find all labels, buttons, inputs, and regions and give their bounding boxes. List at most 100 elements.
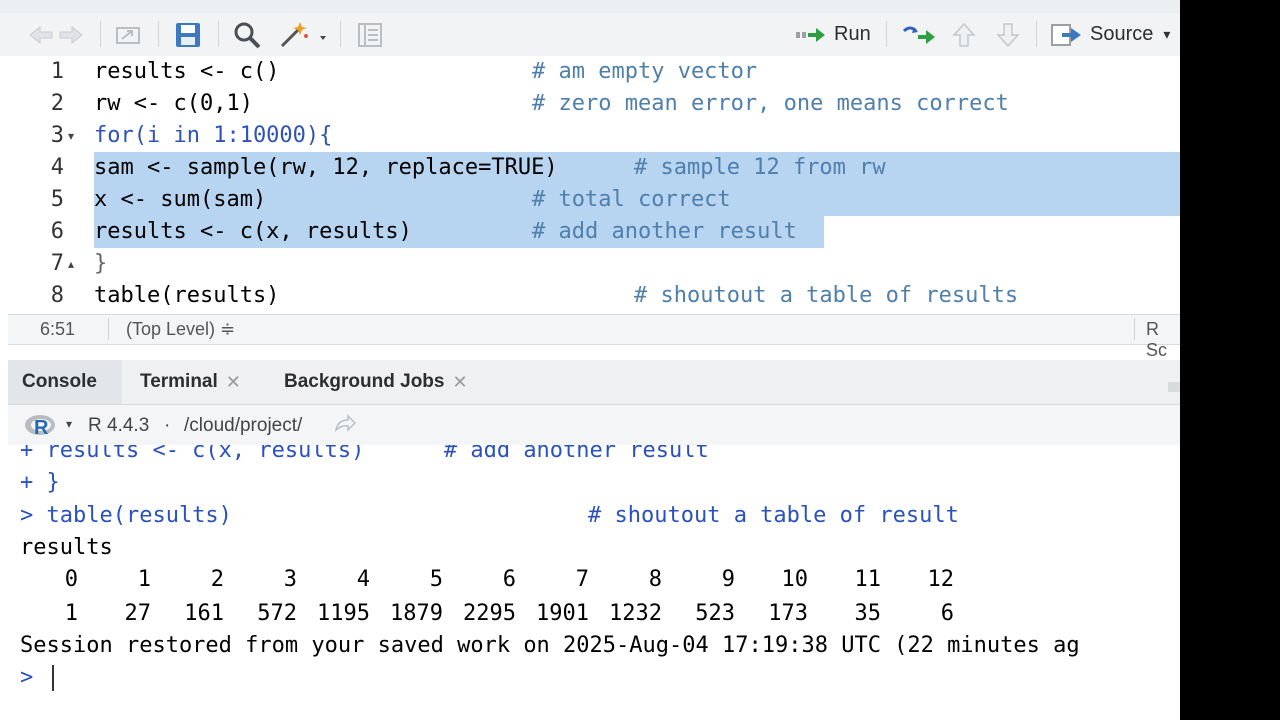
line-number: 7 [50, 251, 64, 276]
table-cell: 8 [648, 567, 662, 592]
source-label: Source [1090, 23, 1154, 45]
table-cell: 1 [64, 601, 78, 626]
code-line: 6 results <- c(x, results) # add another… [8, 216, 1180, 248]
close-icon[interactable]: ✕ [452, 372, 467, 393]
table-cell: 173 [768, 601, 808, 626]
run-label: Run [834, 23, 871, 45]
code-line: 4 sam <- sample(rw, 12, replace=TRUE) # … [8, 152, 1180, 184]
code-line: 5 x <- sum(sam) # total correct [8, 184, 1180, 216]
compile-report-icon[interactable] [356, 13, 384, 56]
console-output[interactable]: + results <- c(x, results) # add another… [8, 445, 1180, 720]
header-separator: · [164, 415, 171, 436]
tab-terminal[interactable]: Terminal ✕ [126, 360, 255, 404]
console-tab-bar: Console Terminal ✕ Background Jobs ✕ [8, 360, 1180, 405]
fold-toggle-icon[interactable]: ▾ [68, 120, 74, 152]
r-logo-icon[interactable]: R [24, 413, 58, 443]
table-cell: 572 [257, 601, 297, 626]
go-up-chunk-icon[interactable] [950, 13, 978, 56]
tab-label: Background Jobs [284, 371, 445, 392]
code-comment: # add another result [532, 219, 797, 244]
code-text: for(i in 1:10000){ [94, 123, 333, 148]
run-arrow-icon [796, 27, 825, 42]
show-in-window-icon[interactable] [114, 13, 144, 56]
code-text: sam <- sample(rw, 12, replace=TRUE) [94, 155, 558, 180]
line-number: 1 [50, 59, 64, 84]
source-icon [1051, 23, 1081, 46]
cursor-position: 6:51 [40, 319, 76, 339]
close-icon[interactable]: ✕ [226, 372, 241, 393]
table-cell: 6 [940, 601, 954, 626]
console-prompt: > [20, 665, 34, 690]
tab-background-jobs[interactable]: Background Jobs ✕ [270, 360, 482, 404]
code-text: table(results) [94, 283, 280, 308]
search-icon[interactable] [232, 13, 262, 56]
code-line: 3 ▾ for(i in 1:10000){ [8, 120, 1180, 152]
table-cell: 2 [210, 567, 224, 592]
editor-status-bar: 6:51 (Top Level) ≑ R Sc [8, 314, 1180, 360]
console-line: results [20, 535, 113, 560]
code-line: 1 results <- c() # am empty vector [8, 56, 1180, 88]
line-number: 4 [50, 155, 64, 180]
table-cell: 6 [502, 567, 516, 592]
back-icon[interactable] [26, 13, 86, 56]
source-button[interactable]: Source ▾ [1050, 13, 1170, 56]
maximize-pane-icon[interactable] [1168, 382, 1180, 392]
fold-toggle-icon[interactable]: ▴ [68, 248, 74, 280]
line-number: 3 [50, 123, 64, 148]
table-cell: 0 [64, 567, 78, 592]
table-cell: 5 [429, 567, 443, 592]
table-cell: 10 [781, 567, 809, 592]
code-comment: # sample 12 from rw [634, 155, 886, 180]
console-comment: # shoutout a table of result [588, 503, 959, 528]
code-line: 7 ▴ } [8, 248, 1180, 280]
table-header-row: 0 1 2 3 4 5 6 7 8 9 10 11 12 [20, 564, 1020, 596]
rstudio-window: Run Source ▾ 1 results <- c() # am empty… [0, 0, 1180, 720]
table-cell: 3 [283, 567, 297, 592]
table-cell: 1 [137, 567, 151, 592]
file-type-selector[interactable]: R Sc [1146, 319, 1180, 361]
console-line: + } [20, 470, 60, 495]
tab-label: Terminal [140, 371, 218, 392]
code-comment: # am empty vector [532, 59, 758, 84]
rerun-icon[interactable] [900, 13, 938, 56]
line-number: 5 [50, 187, 64, 212]
scope-selector[interactable]: (Top Level) ≑ [126, 319, 235, 340]
table-cell: 27 [124, 601, 152, 626]
code-line: 8 table(results) # shoutout a table of r… [8, 280, 1180, 312]
table-cell: 12 [927, 567, 955, 592]
svg-text:R: R [34, 417, 49, 437]
table-cell: 2295 [463, 601, 516, 626]
table-cell: 4 [356, 567, 370, 592]
code-tools-wand-icon[interactable] [278, 13, 332, 56]
code-comment: # shoutout a table of results [634, 283, 1019, 308]
run-button[interactable]: Run [794, 13, 871, 56]
table-cell: 1195 [317, 601, 370, 626]
save-icon[interactable] [174, 13, 202, 56]
table-cell: 11 [854, 567, 882, 592]
line-number: 2 [50, 91, 64, 116]
code-text: } [94, 251, 108, 276]
code-comment: # zero mean error, one means correct [532, 91, 1009, 116]
r-version-dropdown-icon[interactable]: ▾ [66, 417, 72, 431]
table-cell: 9 [721, 567, 735, 592]
table-cell: 1232 [609, 601, 662, 626]
code-editor[interactable]: 1 results <- c() # am empty vector 2 rw … [8, 56, 1180, 314]
go-to-directory-icon[interactable] [334, 414, 357, 440]
code-comment: # total correct [532, 187, 731, 212]
r-version: R 4.4.3 [88, 415, 150, 436]
code-text: rw <- c(0,1) [94, 91, 253, 116]
line-number: 8 [50, 283, 64, 308]
tab-console[interactable]: Console [8, 360, 122, 404]
go-down-chunk-icon[interactable] [994, 13, 1022, 56]
code-text: results <- c(x, results) [94, 219, 412, 244]
editor-toolbar: Run Source ▾ [0, 0, 1180, 56]
working-directory: /cloud/project/ [184, 415, 303, 436]
code-text: x <- sum(sam) [94, 187, 267, 212]
console-header: R ▾ R 4.4.3 · /cloud/project/ [8, 405, 1180, 445]
code-line: 2 rw <- c(0,1) # zero mean error, one me… [8, 88, 1180, 120]
table-cell: 1901 [536, 601, 589, 626]
tab-label: Console [22, 371, 97, 392]
table-values-row: 1 27 161 572 1195 1879 2295 1901 1232 52… [20, 598, 1020, 630]
source-dropdown-icon[interactable]: ▾ [1163, 26, 1170, 43]
text-cursor [52, 665, 54, 691]
